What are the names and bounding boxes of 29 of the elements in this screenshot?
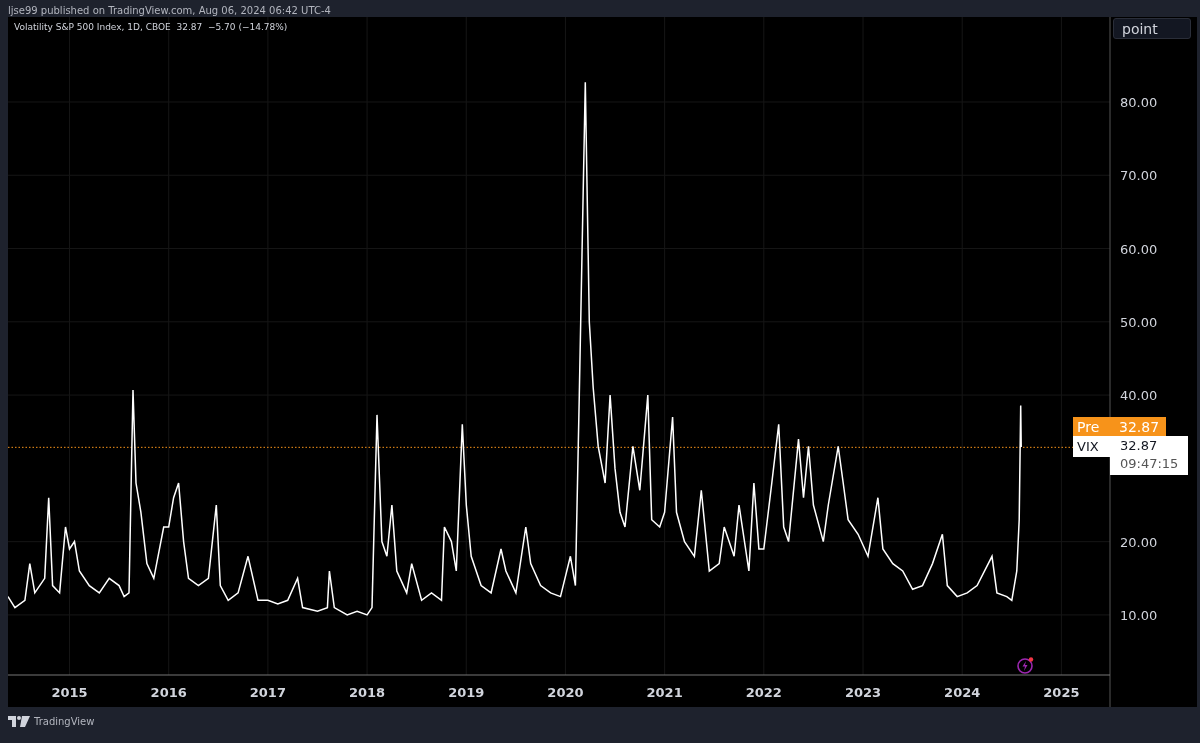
year-label: 2015 [51,685,88,700]
tradingview-logo-icon [8,716,30,727]
countdown-time: 09:47:15 [1120,455,1180,474]
publisher-line: ljse99 published on TradingView.com, Aug 06, 2024 06:42 UTC-4 [7,4,332,17]
year-label: 2019 [448,685,485,700]
price-label: 80.00 [1120,95,1158,110]
session-price: 32.87 [1110,417,1166,438]
symbol-tag: VIX [1073,436,1110,458]
year-label: 2021 [646,685,683,700]
year-label: 2020 [547,685,584,700]
unit-button[interactable]: point [1113,18,1191,39]
year-label: 2018 [348,685,386,700]
year-label: 2024 [944,685,981,700]
legend-text: Volatility S&P 500 Index, 1D, CBOE 32.87 −5.70 (−14.78%) [14,22,288,32]
price-label: 40.00 [1120,388,1158,404]
price-label: 10.00 [1120,607,1158,623]
year-label: 2025 [1043,685,1080,700]
session-tag: Pre [1073,417,1110,438]
year-label: 2022 [745,685,782,700]
year-label: 2016 [150,685,187,700]
price-label: 50.00 [1120,314,1158,330]
year-label: 2023 [844,685,882,700]
year-label: 2017 [249,685,286,700]
lightning-icon[interactable] [1016,655,1036,675]
brand-name: TradingView [34,716,95,727]
price-label: 60.00 [1120,241,1158,257]
price-label: 70.00 [1120,168,1158,184]
price-label: 20.00 [1120,534,1158,550]
last-price: 32.87 [1120,437,1159,456]
